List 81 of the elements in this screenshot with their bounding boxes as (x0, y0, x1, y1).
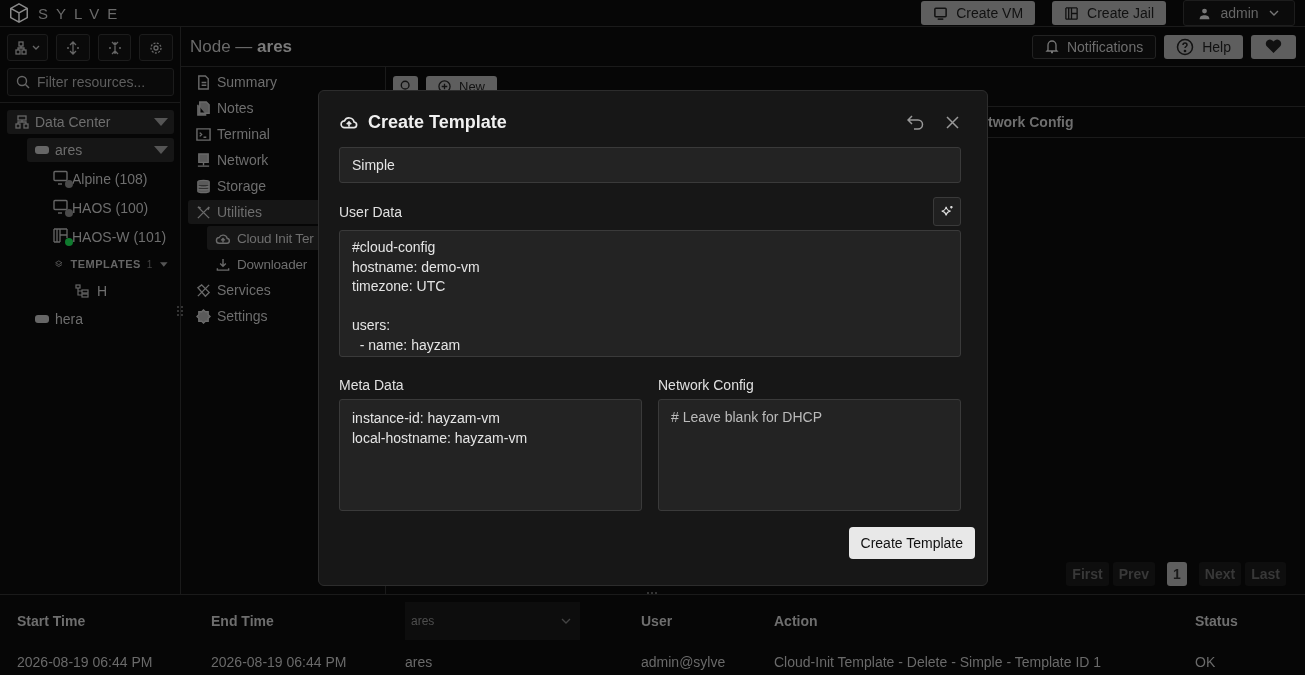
template-icon (75, 284, 89, 298)
caret-icon[interactable] (154, 118, 168, 126)
page-button[interactable]: 1 (1167, 562, 1187, 586)
tree-item[interactable]: H (75, 279, 174, 303)
magic-button[interactable] (933, 197, 961, 226)
filter-field[interactable]: Filter resources... (7, 68, 174, 96)
server-icon (35, 315, 49, 323)
database-icon (196, 178, 211, 194)
jail-icon (53, 228, 69, 244)
user-icon (1198, 6, 1212, 20)
tree-item[interactable]: Alpine (108) (53, 166, 174, 192)
nav-item[interactable]: Summary (188, 70, 385, 94)
close-icon[interactable] (946, 115, 959, 129)
field-label: Network Config (658, 377, 755, 393)
column-header: End Time (211, 613, 275, 629)
logo-text: SYLVE (38, 4, 126, 22)
expand-button[interactable] (56, 34, 90, 61)
help-button[interactable]: Help (1164, 34, 1243, 59)
create-button[interactable]: Create Jail (1052, 1, 1166, 25)
jail-icon (1064, 5, 1080, 21)
wrench-icon (196, 282, 211, 298)
download-icon (215, 256, 231, 272)
collapse-button[interactable] (97, 34, 132, 61)
help-icon (1176, 37, 1195, 56)
server-icon (35, 146, 49, 154)
column-header: User (641, 613, 674, 629)
expand-icon (66, 40, 81, 55)
table-cell-text: ares (405, 654, 434, 670)
table-cell-text: Cloud-Init Template - Delete - Simple - Template ID 1 (774, 654, 1103, 670)
meta-data-field[interactable]: instance-id: hayzam-vm local-hostname: hayzam-vm (339, 399, 642, 511)
gear-icon (196, 308, 211, 324)
table-cell-text: 2026-08-19 06:44 PM (211, 654, 348, 670)
sparkle-icon (940, 204, 954, 219)
table-cell-text: 2026-08-19 06:44 PM (17, 654, 154, 670)
heart-icon (1265, 39, 1282, 54)
tree-item[interactable]: hera (27, 307, 174, 331)
monitor-icon (933, 5, 949, 21)
monitor-icon (196, 152, 211, 168)
terminal-icon (196, 126, 211, 142)
caret-icon[interactable] (154, 146, 168, 154)
monitor-icon (53, 170, 69, 186)
notes-icon (196, 100, 211, 116)
search-icon (16, 75, 30, 89)
heart-button[interactable] (1251, 34, 1296, 59)
hierarchy-icon (15, 115, 29, 129)
tree-item[interactable]: HAOS (100) (53, 195, 174, 221)
create-button[interactable]: Create VM (921, 1, 1036, 25)
column-header: twork Config (988, 114, 1074, 130)
bell-icon (1044, 39, 1059, 54)
field-label: Meta Data (339, 377, 405, 393)
monitor-icon (53, 199, 69, 215)
gear-icon (149, 40, 164, 55)
document-icon (196, 74, 211, 90)
resize-handle-icon[interactable] (175, 303, 185, 319)
column-header: Action (774, 613, 819, 629)
create-template-button[interactable]: Create Template (848, 527, 975, 559)
undo-icon[interactable] (907, 114, 924, 130)
node-filter-dropdown[interactable]: ares (405, 602, 580, 640)
table-cell-text: OK (1195, 654, 1217, 670)
tree-item[interactable]: TEMPLATES 1 (55, 253, 174, 275)
tree-item[interactable]: ares (27, 138, 174, 162)
collapse-icon (107, 40, 122, 55)
dialog-title: Create Template (368, 111, 507, 133)
resize-handle-icon[interactable] (646, 590, 658, 596)
page-title: Node — ares (190, 36, 293, 57)
table-cell-text: admin@sylve (641, 654, 727, 670)
tree-item[interactable]: Data Center (7, 110, 174, 134)
notifications-button[interactable]: Notifications (1031, 34, 1157, 59)
name-field[interactable]: Simple (339, 147, 961, 183)
column-header: Status (1195, 613, 1239, 629)
hierarchy-icon (14, 40, 41, 55)
tree-item[interactable]: HAOS-W (101) (53, 224, 174, 250)
caret-icon[interactable] (160, 260, 168, 268)
user-data-field[interactable]: #cloud-config hostname: demo-vm timezone: UTC users: - name: hayzam (339, 230, 961, 357)
user-menu[interactable]: admin (1183, 0, 1295, 26)
settings-button[interactable] (139, 34, 173, 61)
column-header: Start Time (17, 613, 87, 629)
cube-logo-icon (8, 2, 30, 24)
network-config-field[interactable]: # Leave blank for DHCP (658, 399, 961, 511)
tree-view-button[interactable] (7, 34, 49, 61)
layers-icon (55, 258, 63, 270)
